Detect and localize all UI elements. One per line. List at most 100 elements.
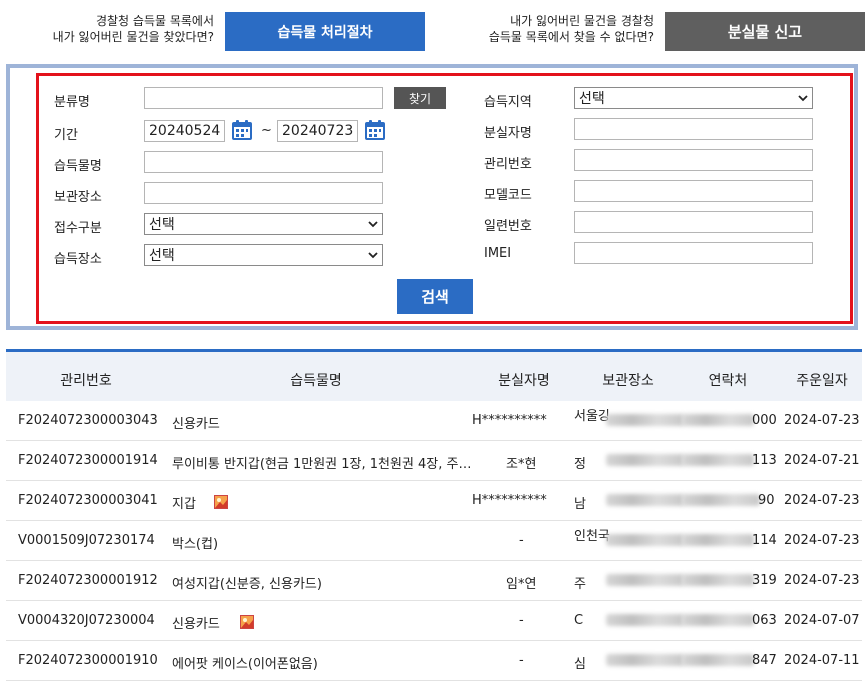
imei-input[interactable] xyxy=(574,242,813,264)
row-date: 2024-07-23 xyxy=(784,493,860,508)
row-item-name[interactable]: 여성지갑(신분증, 신용카드) xyxy=(172,573,472,592)
row-id[interactable]: V0004320J07230004 xyxy=(18,613,168,628)
row-item-name[interactable]: 신용카드 xyxy=(172,613,472,632)
pickup-place-label: 습득장소 xyxy=(54,252,102,267)
model-label: 모델코드 xyxy=(484,188,532,203)
redacted-storage xyxy=(606,454,684,466)
row-id[interactable]: F2024072300001910 xyxy=(18,653,168,668)
redacted-phone xyxy=(682,454,754,466)
top-bar: 경찰청 습득물 목록에서 내가 잃어버린 물건을 찾았다면? 습득물 처리절차 … xyxy=(0,0,868,60)
mgmt-no-input[interactable] xyxy=(574,149,813,171)
date-tilde: ~ xyxy=(261,123,272,138)
col-header-storage: 보관장소 xyxy=(602,373,654,389)
period-label: 기간 xyxy=(54,128,78,143)
redacted-storage xyxy=(606,494,684,506)
chevron-down-icon xyxy=(798,95,808,102)
row-id[interactable]: F2024072300001912 xyxy=(18,573,168,588)
right-hint-line1: 내가 잃어버린 물건을 경찰청 xyxy=(510,14,654,28)
serial-label: 일련번호 xyxy=(484,219,532,234)
search-button[interactable]: 검색 xyxy=(397,279,473,314)
date-from-input[interactable]: 20240524 xyxy=(144,120,225,142)
redacted-phone xyxy=(682,614,754,626)
row-loser: H********** xyxy=(472,413,547,428)
col-header-date: 주운일자 xyxy=(796,373,848,389)
row-item-name[interactable]: 신용카드 xyxy=(172,413,472,432)
row-id[interactable]: F2024072300003041 xyxy=(18,493,168,508)
storage-label: 보관장소 xyxy=(54,190,102,205)
table-row[interactable]: F2024072300003043 신용카드 H********** 서울깅 000 20… xyxy=(6,401,862,441)
redacted-phone xyxy=(682,574,754,586)
col-header-loser: 분실자명 xyxy=(498,373,550,389)
redacted-storage xyxy=(606,414,684,426)
table-row[interactable]: F2024072300003041 지갑 H********** 남 90 2024-07… xyxy=(6,481,862,521)
pickup-place-select[interactable]: 선택 xyxy=(144,244,383,266)
table-row[interactable]: F2024072300001910 에어팟 케이스(이어폰없음) - 심 847 2024… xyxy=(6,641,862,681)
row-item-name[interactable]: 박스(컵) xyxy=(172,533,472,552)
calendar-icon[interactable] xyxy=(231,119,253,141)
redacted-storage xyxy=(606,534,684,546)
row-date: 2024-07-07 xyxy=(784,613,860,628)
report-lost-button[interactable]: 분실물 신고 xyxy=(665,12,865,51)
left-hint-line2: 내가 잃어버린 물건을 찾았다면? xyxy=(52,30,214,44)
redacted-storage xyxy=(606,574,684,586)
item-name-input[interactable] xyxy=(144,151,383,173)
pickup-place-select-value: 선택 xyxy=(149,248,175,264)
row-id[interactable]: V0001509J07230174 xyxy=(18,533,168,548)
row-id[interactable]: F2024072300001914 xyxy=(18,453,168,468)
category-input[interactable] xyxy=(144,87,383,109)
loser-label: 분실자명 xyxy=(484,126,532,141)
calendar-icon[interactable] xyxy=(364,119,386,141)
left-hint: 경찰청 습득물 목록에서 내가 잃어버린 물건을 찾았다면? xyxy=(20,13,214,45)
region-select[interactable]: 선택 xyxy=(574,87,813,109)
row-date: 2024-07-23 xyxy=(784,573,860,588)
redacted-storage xyxy=(606,654,684,666)
row-item-name[interactable]: 루이비통 반지갑(현금 1만원권 1장, 1천원권 4장, 주… xyxy=(172,453,472,472)
chevron-down-icon xyxy=(368,252,378,259)
row-loser: H********** xyxy=(472,493,547,508)
right-hint: 내가 잃어버린 물건을 경찰청 습득물 목록에서 찾을 수 없다면? xyxy=(440,13,654,45)
col-header-name: 습득물명 xyxy=(290,373,342,389)
serial-input[interactable] xyxy=(574,211,813,233)
redacted-phone xyxy=(682,654,754,666)
region-label: 습득지역 xyxy=(484,95,532,110)
row-date: 2024-07-11 xyxy=(784,653,860,668)
table-header: 관리번호 습득물명 분실자명 보관장소 연락처 주운일자 xyxy=(6,349,862,401)
date-to-input[interactable]: 20240723 xyxy=(277,120,358,142)
reception-select-value: 선택 xyxy=(149,217,175,233)
model-input[interactable] xyxy=(574,180,813,202)
row-item-name[interactable]: 에어팟 케이스(이어폰없음) xyxy=(172,653,472,672)
row-date: 2024-07-23 xyxy=(784,533,860,548)
row-phone: 319 xyxy=(752,573,777,588)
redacted-phone xyxy=(682,534,754,546)
redacted-phone xyxy=(682,494,760,506)
find-button[interactable]: 찾기 xyxy=(394,87,446,109)
reception-select[interactable]: 선택 xyxy=(144,213,383,235)
reception-label: 접수구분 xyxy=(54,221,102,236)
table-row[interactable]: F2024072300001912 여성지갑(신분증, 신용카드) 임*연 주 319 2… xyxy=(6,561,862,601)
table-row[interactable]: V0001509J07230174 박스(컵) - 인천국 114 2024-07-23 xyxy=(6,521,862,561)
row-date: 2024-07-21 xyxy=(784,453,860,468)
image-icon[interactable] xyxy=(214,495,228,509)
row-date: 2024-07-23 xyxy=(784,413,860,428)
redacted-phone xyxy=(682,414,754,426)
left-hint-line1: 경찰청 습득물 목록에서 xyxy=(95,14,214,28)
row-id[interactable]: F2024072300003043 xyxy=(18,413,168,428)
row-phone: 114 xyxy=(752,533,777,548)
right-hint-line2: 습득물 목록에서 찾을 수 없다면? xyxy=(488,30,654,44)
image-icon[interactable] xyxy=(240,615,254,629)
chevron-down-icon xyxy=(368,221,378,228)
col-header-phone: 연락처 xyxy=(708,373,748,389)
table-row[interactable]: F2024072300001914 루이비통 반지갑(현금 1만원권 1장, 1천… xyxy=(6,441,862,481)
imei-label: IMEI xyxy=(484,246,512,261)
pickup-procedure-button[interactable]: 습득물 처리절차 xyxy=(225,12,425,51)
redacted-storage xyxy=(606,614,684,626)
row-phone: 113 xyxy=(752,453,777,468)
storage-input[interactable] xyxy=(144,182,383,204)
table-row[interactable]: V0004320J07230004 신용카드 - C 063 2024-07-07 xyxy=(6,601,862,641)
category-label: 분류명 xyxy=(54,95,90,110)
row-phone: 063 xyxy=(752,613,777,628)
mgmt-no-label: 관리번호 xyxy=(484,157,532,172)
region-select-value: 선택 xyxy=(579,91,605,107)
item-name-label: 습득물명 xyxy=(54,159,102,174)
loser-input[interactable] xyxy=(574,118,813,140)
